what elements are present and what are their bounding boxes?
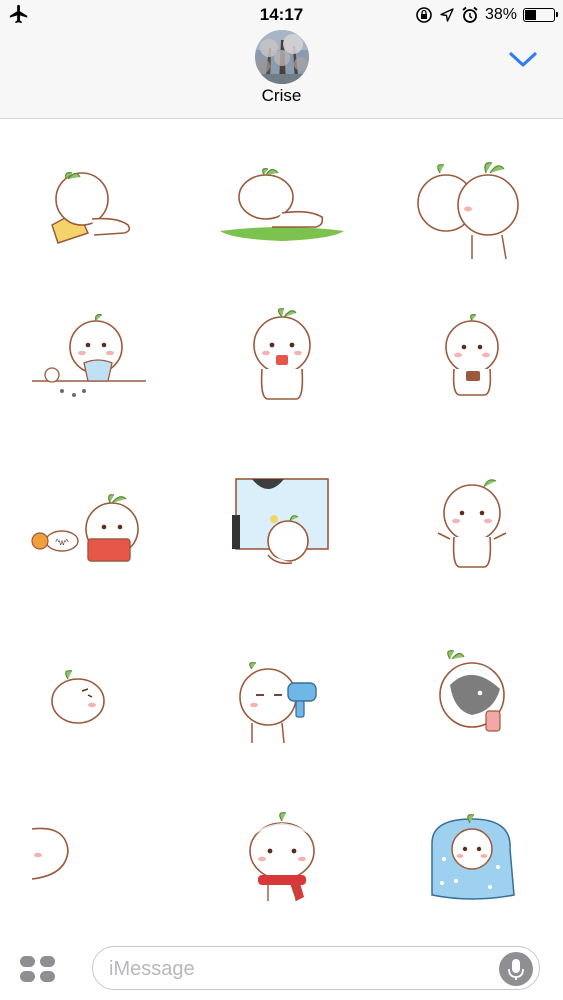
sticker-two-hugging[interactable] [402, 139, 542, 279]
message-field[interactable] [92, 946, 540, 991]
conversation-header: Crise [0, 30, 563, 119]
battery-icon [523, 8, 558, 22]
contact-avatar[interactable] [255, 30, 309, 84]
sticker-holding-food[interactable] [212, 299, 352, 439]
sticker-playing-drum[interactable]: ^w^ [22, 459, 162, 599]
message-composer [0, 936, 563, 1000]
status-bar: 14:17 38% [0, 0, 563, 30]
microphone-button[interactable] [499, 952, 533, 986]
battery-level [525, 10, 537, 20]
rotation-lock-icon [416, 7, 432, 23]
microphone-icon [508, 959, 524, 980]
sticker-with-hood-phone[interactable] [402, 619, 542, 759]
sticker-peeking[interactable] [22, 779, 162, 919]
battery-percent: 38% [484, 6, 517, 23]
sticker-lying-on-grass[interactable] [212, 139, 352, 279]
sticker-blue-blanket[interactable] [402, 779, 542, 919]
sticker-open-arms[interactable] [402, 459, 542, 599]
sticker-lying-on-pillow[interactable] [22, 139, 162, 279]
sticker-looking-at-phone[interactable] [402, 299, 542, 439]
message-input[interactable] [107, 947, 491, 991]
sticker-at-window[interactable] [212, 459, 352, 599]
sticker-caption: ^w^ [55, 538, 69, 547]
sticker-round-face[interactable] [22, 619, 162, 759]
sticker-grid: ^w^ [0, 119, 563, 935]
sticker-hair-dryer[interactable] [212, 619, 352, 759]
location-icon [440, 8, 454, 22]
chevron-down-icon[interactable] [506, 44, 540, 74]
status-indicators: 38% [415, 4, 558, 26]
app-drawer-icon[interactable] [18, 954, 58, 984]
sticker-red-scarf[interactable] [212, 779, 352, 919]
alarm-icon [462, 6, 478, 23]
sticker-eating-at-table[interactable] [22, 299, 162, 439]
contact-name[interactable]: Crise [0, 86, 563, 106]
